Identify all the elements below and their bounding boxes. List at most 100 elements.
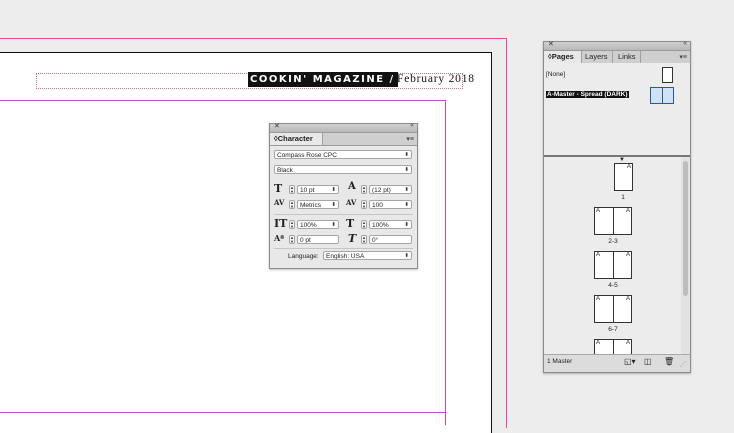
chevron-updown-icon: ⬍ bbox=[331, 187, 336, 193]
document-canvas[interactable]: COOKIN' MAGAZINE / February 2018 bbox=[0, 0, 520, 433]
page-label-4-5: 4-5 bbox=[608, 282, 618, 289]
pages-panel-titlebar[interactable]: ✕ « bbox=[544, 40, 690, 51]
tab-character[interactable]: ◊Character bbox=[270, 133, 323, 145]
pages-scrollbar[interactable] bbox=[681, 157, 690, 354]
tracking-value: 100 bbox=[372, 202, 383, 209]
master-prefix: A bbox=[596, 296, 601, 302]
tab-links-label: Links bbox=[618, 52, 636, 61]
kerning-value: Metrics bbox=[300, 202, 321, 209]
collapse-icon[interactable]: « bbox=[410, 122, 414, 129]
baseline-shift-field[interactable]: 0 pt bbox=[297, 235, 339, 244]
font-style-select[interactable]: Black ⬍ bbox=[274, 165, 412, 174]
vertical-scale-field[interactable]: 100% ⬍ bbox=[297, 220, 339, 229]
leading-field[interactable]: (12 pt) ⬍ bbox=[369, 185, 412, 194]
tab-layers-label: Layers bbox=[585, 52, 608, 61]
master-prefix: A bbox=[596, 252, 601, 258]
master-prefix: A bbox=[625, 340, 630, 346]
bleed-guide-top bbox=[0, 38, 507, 39]
page-thumbnail-4-5[interactable]: A A bbox=[594, 251, 632, 279]
masters-area[interactable]: [None] A-Master - Spread (DARK) bbox=[544, 63, 690, 155]
master-prefix: A bbox=[626, 164, 631, 170]
page-label-6-7: 6-7 bbox=[608, 326, 618, 333]
page-border bbox=[0, 52, 492, 433]
header-title[interactable]: COOKIN' MAGAZINE / bbox=[248, 72, 398, 87]
master-none-thumbnail bbox=[662, 67, 673, 83]
chevron-updown-icon: ⬍ bbox=[404, 222, 409, 228]
panel-menu-icon[interactable]: ▾≡ bbox=[406, 135, 414, 143]
page-thumbnail-next[interactable]: A A bbox=[594, 339, 632, 354]
master-prefix: A bbox=[625, 208, 630, 214]
tab-links[interactable]: Links bbox=[614, 51, 641, 63]
tab-character-label: Character bbox=[277, 134, 313, 143]
skew-stepper[interactable]: ▲ ▼ bbox=[361, 235, 367, 244]
chevron-updown-icon: ⬍ bbox=[331, 202, 336, 208]
font-style-value: Black bbox=[277, 167, 293, 174]
page-size-icon[interactable]: ◱▾ bbox=[624, 357, 636, 366]
page-thumbnail-1[interactable]: A bbox=[614, 163, 633, 191]
tab-pages-label: Pages bbox=[551, 52, 574, 61]
kerning-field[interactable]: Metrics ⬍ bbox=[297, 200, 339, 209]
tab-layers[interactable]: Layers bbox=[581, 51, 613, 63]
resize-grip-icon[interactable]: ⋰ bbox=[680, 361, 686, 368]
font-size-stepper[interactable]: ▲ ▼ bbox=[289, 185, 295, 194]
character-panel[interactable]: ✕ « ◊Character ▾≡ Compass Rose CPC ⬍ Blac… bbox=[269, 122, 418, 269]
separator bbox=[274, 248, 413, 249]
pages-scrollbar-thumb[interactable] bbox=[683, 161, 688, 296]
leading-stepper[interactable]: ▲ ▼ bbox=[361, 185, 367, 194]
margin-guide-top bbox=[0, 100, 446, 101]
header-date[interactable]: February 2018 bbox=[397, 72, 475, 87]
master-item-a[interactable]: A-Master - Spread (DARK) bbox=[546, 87, 686, 105]
page-label-2-3: 2-3 bbox=[608, 238, 618, 245]
panel-menu-icon[interactable]: ▾≡ bbox=[679, 53, 687, 61]
vertical-scale-stepper[interactable]: ▲ ▼ bbox=[289, 220, 295, 229]
vertical-scale-value: 100% bbox=[300, 222, 317, 229]
margin-guide-right bbox=[445, 100, 446, 425]
close-icon[interactable]: ✕ bbox=[548, 40, 554, 48]
page-thumbnail-2-3[interactable]: A A bbox=[594, 207, 632, 235]
chevron-updown-icon: ⬍ bbox=[404, 253, 409, 259]
horizontal-scale-field[interactable]: 100% ⬍ bbox=[369, 220, 412, 229]
master-a-label: A-Master - Spread (DARK) bbox=[546, 91, 629, 98]
master-prefix: A bbox=[625, 252, 630, 258]
chevron-updown-icon: ⬍ bbox=[331, 222, 336, 228]
skew-field[interactable]: 0° bbox=[369, 235, 412, 244]
font-family-select[interactable]: Compass Rose CPC ⬍ bbox=[274, 150, 412, 159]
baseline-shift-value: 0 pt bbox=[300, 237, 311, 244]
master-prefix: A bbox=[625, 296, 630, 302]
language-select[interactable]: English: USA ⬍ bbox=[323, 251, 412, 260]
tracking-stepper[interactable]: ▲ ▼ bbox=[361, 200, 367, 209]
masters-count: 1 Master bbox=[547, 358, 573, 365]
separator bbox=[274, 214, 413, 215]
master-prefix: A bbox=[596, 208, 601, 214]
font-family-value: Compass Rose CPC bbox=[277, 152, 337, 159]
pages-panel[interactable]: ✕ « ◊Pages Layers Links ▾≡ [None] A-Mast… bbox=[543, 40, 691, 373]
font-size-field[interactable]: 10 pt ⬍ bbox=[297, 185, 339, 194]
baseline-shift-icon: Aª bbox=[274, 233, 285, 243]
horizontal-scale-stepper[interactable]: ▲ ▼ bbox=[361, 220, 367, 229]
kerning-icon: AV bbox=[274, 198, 285, 207]
chevron-updown-icon: ⬍ bbox=[404, 187, 409, 193]
skew-value: 0° bbox=[372, 237, 379, 244]
new-page-icon[interactable]: ◫ bbox=[644, 357, 652, 366]
character-panel-titlebar[interactable]: ✕ « bbox=[270, 122, 417, 133]
master-prefix: A bbox=[596, 340, 601, 346]
leading-icon: A bbox=[348, 181, 356, 192]
font-size-value: 10 pt bbox=[300, 187, 315, 194]
page-thumbnail-6-7[interactable]: A A bbox=[594, 295, 632, 323]
pages-area[interactable]: ▼ A 1 A A 2-3 A A 4-5 A A 6-7 A A bbox=[544, 157, 690, 354]
bleed-guide-right bbox=[506, 38, 507, 428]
kerning-stepper[interactable]: ▲ ▼ bbox=[289, 200, 295, 209]
language-label: Language: bbox=[288, 253, 319, 260]
tracking-field[interactable]: 100 ⬍ bbox=[369, 200, 412, 209]
font-size-icon: T bbox=[274, 182, 283, 195]
leading-value: (12 pt) bbox=[372, 187, 391, 194]
baseline-shift-stepper[interactable]: ▲ ▼ bbox=[289, 235, 295, 244]
tab-pages[interactable]: ◊Pages bbox=[544, 51, 582, 63]
chevron-updown-icon: ⬍ bbox=[404, 167, 409, 173]
pages-panel-footer: 1 Master ◱▾ ◫ 🗑 ⋰ bbox=[544, 354, 690, 372]
master-item-none[interactable]: [None] bbox=[546, 67, 686, 83]
master-a-thumbnail bbox=[650, 87, 674, 104]
collapse-icon[interactable]: « bbox=[683, 40, 687, 47]
close-icon[interactable]: ✕ bbox=[274, 122, 280, 130]
trash-icon[interactable]: 🗑 bbox=[664, 357, 674, 366]
